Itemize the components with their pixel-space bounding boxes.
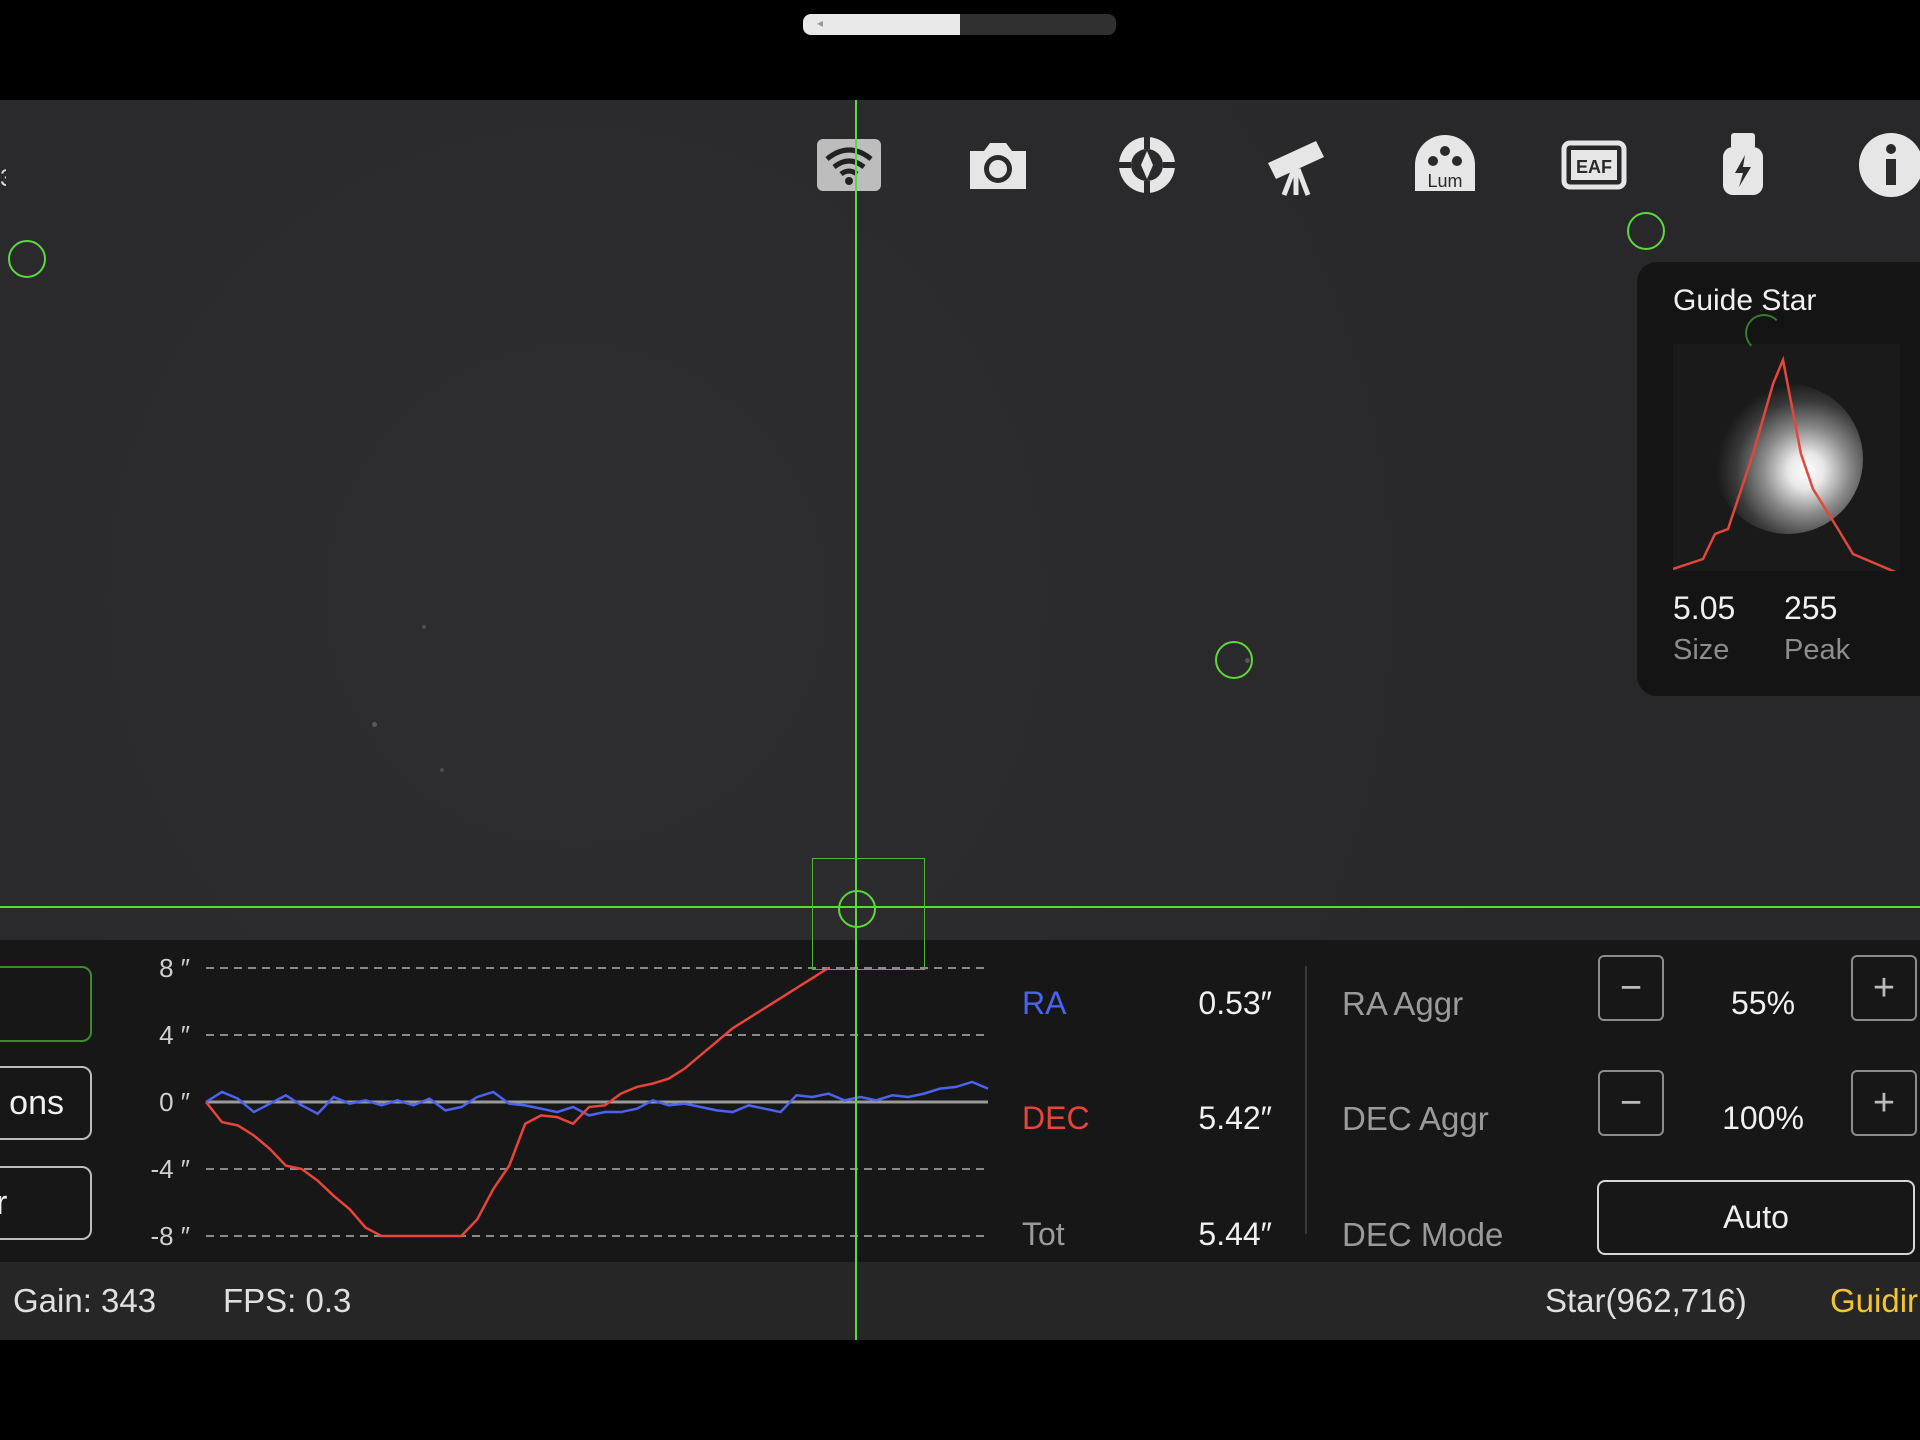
- guide-star-ring: [1745, 314, 1783, 352]
- y-tick-label: 4 ″: [159, 1020, 190, 1050]
- usb-power-icon[interactable]: [1703, 130, 1783, 200]
- slider-fill: [803, 14, 960, 35]
- camera-icon[interactable]: [958, 130, 1038, 200]
- dec-aggr-plus-button[interactable]: +: [1851, 1070, 1917, 1136]
- crosshair-target-icon[interactable]: [1107, 130, 1187, 200]
- filter-label: Lum: [1427, 171, 1462, 191]
- options-button[interactable]: ons: [0, 1066, 92, 1140]
- crosshair-horizontal-line: [0, 906, 1920, 908]
- size-value: 5.05: [1673, 590, 1736, 626]
- ra-aggr-label: RA Aggr: [1342, 985, 1464, 1022]
- guide-star-thumbnail: [1673, 344, 1900, 571]
- guide-star-title: Guide Star: [1673, 284, 1817, 317]
- speaker-icon: ◂: [817, 16, 824, 30]
- peak-value: 255: [1784, 590, 1838, 626]
- dec-mode-label: DEC Mode: [1342, 1216, 1504, 1253]
- tot-stat-value: 5.44″: [1198, 1216, 1272, 1252]
- top-bar: ◂: [0, 0, 1920, 100]
- eaf-icon[interactable]: EAF: [1554, 130, 1634, 200]
- y-tick-label: -4 ″: [150, 1154, 190, 1184]
- dec-stat-label: DEC: [1022, 1100, 1090, 1136]
- fps-readout: FPS: 0.3: [223, 1282, 352, 1319]
- series-line-ra: [205, 1080, 989, 1117]
- left-button-bottom[interactable]: r: [0, 1166, 92, 1240]
- left-button-top[interactable]: [0, 966, 92, 1042]
- tot-stat-label: Tot: [1022, 1216, 1065, 1252]
- ra-aggr-plus-button[interactable]: +: [1851, 955, 1917, 1021]
- telescope-icon[interactable]: [1256, 130, 1336, 200]
- ra-stat-label: RA: [1022, 985, 1067, 1021]
- wifi-icon[interactable]: [809, 130, 889, 200]
- gain-readout: Gain: 343: [13, 1282, 157, 1319]
- crosshair-vertical-line: [855, 100, 857, 1340]
- y-tick-label: 8 ″: [159, 953, 190, 983]
- faint-star: [372, 722, 377, 727]
- eaf-label: EAF: [1576, 157, 1612, 177]
- bottom-bezel: [0, 1340, 1920, 1440]
- dec-mode-value: Auto: [1723, 1199, 1789, 1235]
- y-tick-label: 0 ″: [159, 1087, 190, 1117]
- ra-stat-value: 0.53″: [1198, 985, 1272, 1021]
- guiding-panel: ons r 8 ″ 4 ″ 0 ″ -4 ″ -8 ″ RA 0.53″ DEC 5.4…: [0, 940, 1920, 1262]
- options-button-label: ons: [9, 1084, 64, 1122]
- star-position-readout: Star(962,716): [1545, 1282, 1747, 1319]
- dec-aggr-label: DEC Aggr: [1342, 1100, 1489, 1137]
- size-label: Size: [1673, 634, 1730, 666]
- ra-aggr-minus-button[interactable]: −: [1598, 955, 1664, 1021]
- star-profile-curve: [1673, 355, 1897, 571]
- faint-star: [422, 625, 426, 629]
- y-tick-label: -8 ″: [150, 1221, 190, 1251]
- faint-star: [440, 768, 444, 772]
- left-button-bottom-label: r: [0, 1184, 8, 1222]
- dec-stat-value: 5.42″: [1198, 1100, 1272, 1136]
- status-bar: Gain: 343 FPS: 0.3 Star(962,716) Guidir: [0, 1262, 1920, 1340]
- filter-wheel-icon[interactable]: Lum: [1405, 130, 1485, 200]
- partial-label-left-edge: 3: [0, 165, 6, 189]
- dec-mode-select[interactable]: Auto: [1597, 1180, 1915, 1255]
- dec-aggr-value: 100%: [1722, 1100, 1804, 1136]
- star-marker[interactable]: [8, 240, 46, 278]
- guiding-state: Guidir: [1830, 1282, 1919, 1319]
- ra-aggr-value: 55%: [1730, 985, 1796, 1021]
- dec-aggr-minus-button[interactable]: −: [1598, 1070, 1664, 1136]
- star-marker[interactable]: [1627, 212, 1665, 250]
- lock-star-marker[interactable]: [838, 890, 876, 928]
- guide-error-chart: 8 ″ 4 ″ 0 ″ -4 ″ -8 ″: [150, 953, 989, 1251]
- star-marker[interactable]: [1215, 641, 1253, 679]
- brightness-slider[interactable]: ◂: [803, 14, 1116, 35]
- panel-divider: [1305, 966, 1307, 1234]
- peak-label: Peak: [1784, 634, 1851, 666]
- info-icon[interactable]: [1851, 130, 1920, 200]
